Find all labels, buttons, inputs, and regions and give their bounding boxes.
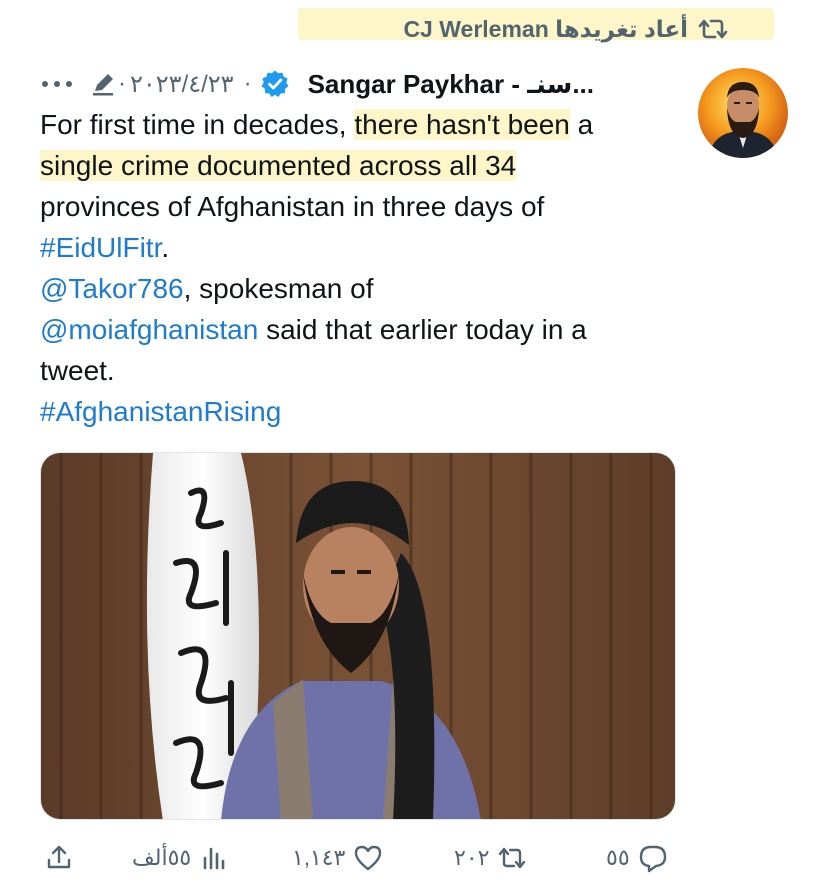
tweet-line-2: single crime documented across all 34 [40, 145, 680, 186]
share-button[interactable] [44, 838, 74, 878]
tweet-line-4: #EidUlFitr. [40, 227, 680, 268]
reply-icon [639, 845, 666, 873]
highlighted-text: there hasn't been [354, 109, 570, 140]
tweet-line-3: provinces of Afghanistan in three days o… [40, 191, 545, 222]
text-fragment: . [161, 232, 170, 263]
separator-dot: · [243, 70, 252, 97]
reply-count: ٥٥ [606, 845, 630, 870]
verified-badge-icon[interactable] [260, 69, 290, 99]
tweet-line-6: @moiafghanistan said that earlier today … [40, 309, 680, 350]
tweet-line-7: tweet. [40, 355, 115, 386]
retweet-button[interactable]: ٢٠٢ [454, 838, 527, 878]
mention-link[interactable]: @Takor786 [40, 273, 184, 304]
more-icon[interactable] [40, 79, 74, 89]
pencil-icon[interactable] [90, 71, 116, 97]
retweet-count: ٢٠٢ [454, 845, 490, 870]
tweet-header: · ٢٠٢٣/٤/٢٣ · Sangar Paykhar - سنـ... [40, 64, 680, 104]
tweet-actions: ٥٥ألف ١,١٤٣ ٢٠٢ ٥٥ [40, 838, 690, 878]
text-fragment: For first time in decades, [40, 109, 355, 140]
views-button[interactable]: ٥٥ألف [132, 838, 229, 878]
like-button[interactable]: ١,١٤٣ [292, 838, 383, 878]
text-fragment: a [569, 109, 594, 140]
separator-dot: · [118, 70, 126, 97]
bar-chart-icon [203, 847, 225, 870]
retweet-icon [499, 847, 526, 869]
retweet-text: أعاد تغريدها CJ Werleman [403, 15, 688, 42]
tweet-body: For first time in decades, there hasn't … [40, 104, 680, 432]
text-fragment: , spokesman of [183, 273, 374, 304]
tweet-media-image[interactable] [40, 452, 676, 820]
tweet-date[interactable]: ٢٠٢٣/٤/٢٣ [130, 70, 234, 99]
reply-button[interactable]: ٥٥ [606, 838, 668, 878]
author-avatar[interactable] [698, 68, 788, 158]
tweet-line-1: For first time in decades, there hasn't … [40, 104, 680, 145]
heart-icon [355, 845, 382, 871]
text-fragment: said that earlier today in a [258, 314, 587, 345]
highlighted-text: single crime documented across all 34 [40, 150, 517, 181]
tweet-line-5: @Takor786, spokesman of [40, 268, 680, 309]
retweet-icon [698, 19, 728, 39]
like-count: ١,١٤٣ [292, 845, 346, 870]
tweet-line-8: #AfghanistanRising [40, 391, 680, 432]
author-name[interactable]: Sangar Paykhar - سنـ... [308, 69, 594, 100]
share-icon [47, 845, 71, 869]
views-count: ٥٥ألف [132, 845, 192, 870]
hashtag-link[interactable]: #AfghanistanRising [40, 396, 281, 427]
hashtag-link[interactable]: #EidUlFitr [40, 232, 161, 263]
mention-link[interactable]: @moiafghanistan [40, 314, 258, 345]
media-illustration [41, 453, 675, 819]
retweet-context[interactable]: أعاد تغريدها CJ Werleman [403, 14, 728, 44]
